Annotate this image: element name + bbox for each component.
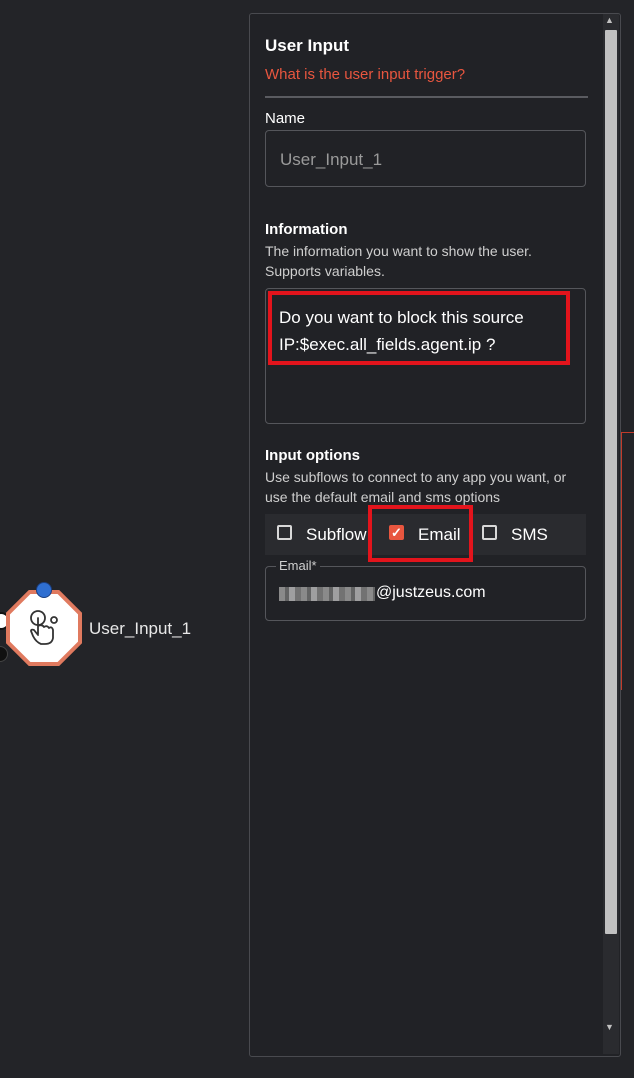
name-input[interactable]: User_Input_1 <box>265 130 586 187</box>
connection-line-vertical <box>621 432 622 690</box>
information-label: Information <box>265 221 348 238</box>
scrollbar-thumb[interactable] <box>605 30 617 934</box>
subflow-label[interactable]: Subflow <box>306 525 366 545</box>
panel-title: User Input <box>265 36 350 55</box>
panel-subtitle: What is the user input trigger? <box>265 66 466 83</box>
node-label: User_Input_1 <box>89 619 192 638</box>
input-options-description: Use subflows to connect to any app you w… <box>265 469 567 505</box>
scroll-down-icon[interactable]: ▼ <box>605 1022 614 1032</box>
input-options-label: Input options <box>265 447 360 464</box>
name-label: Name <box>265 110 306 127</box>
email-value[interactable]: @justzeus.com <box>376 584 486 602</box>
touch-hand-icon <box>30 610 58 645</box>
highlight-box-information <box>268 291 570 365</box>
sms-label[interactable]: SMS <box>511 525 548 545</box>
email-redacted-portion <box>279 587 375 601</box>
node-output-port[interactable] <box>36 582 52 598</box>
scroll-up-icon[interactable]: ▲ <box>605 15 614 25</box>
information-description: The information you want to show the use… <box>265 243 532 279</box>
divider <box>265 96 588 98</box>
sms-checkbox[interactable] <box>482 525 497 540</box>
highlight-box-email <box>368 505 473 562</box>
email-field-label: Email* <box>276 558 320 573</box>
subflow-checkbox[interactable] <box>277 525 292 540</box>
connection-line <box>621 432 634 433</box>
workflow-canvas[interactable] <box>0 0 249 1078</box>
